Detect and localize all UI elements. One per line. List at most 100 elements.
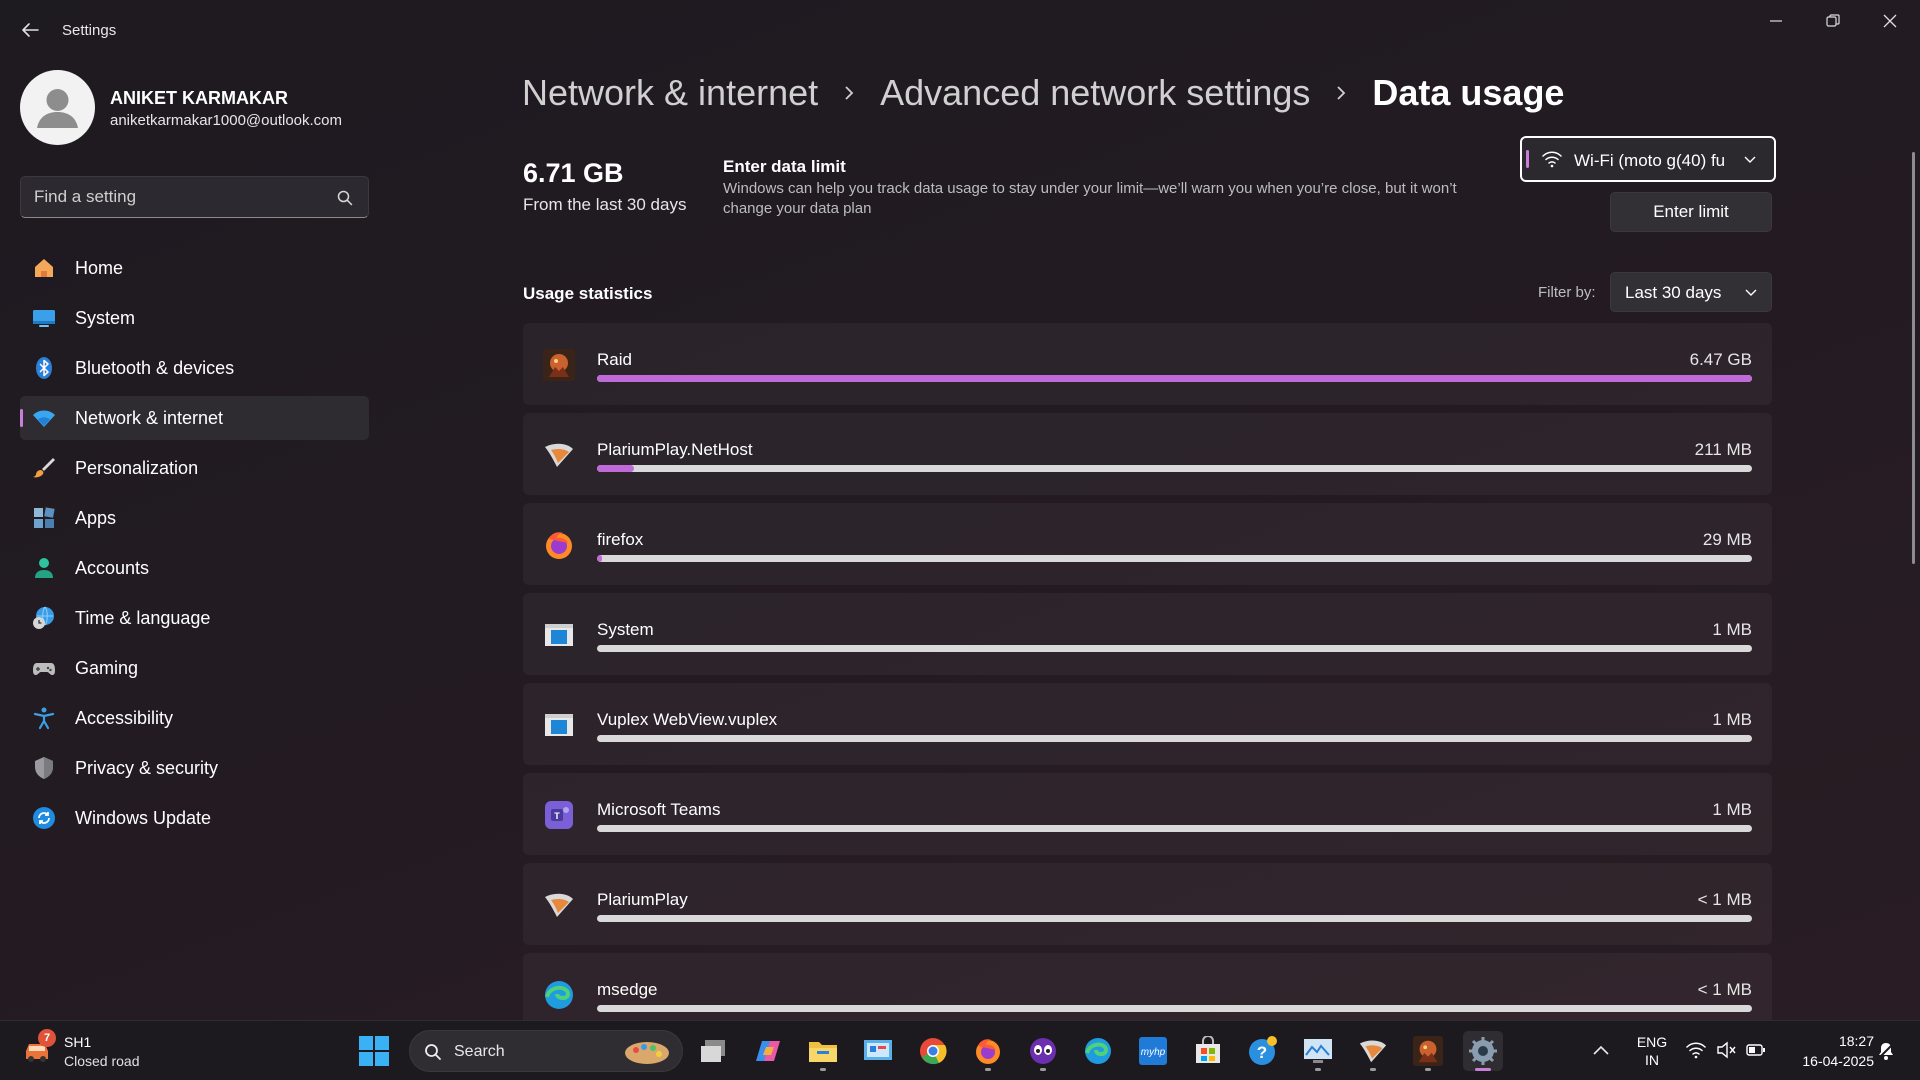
- minimize-icon: [1770, 20, 1782, 22]
- accounts-icon: [35, 558, 53, 578]
- window-title: Settings: [62, 22, 117, 39]
- language-indicator[interactable]: ENG IN: [1632, 1033, 1672, 1069]
- palette-icon: [625, 1042, 669, 1064]
- taskbar-edge[interactable]: [1078, 1031, 1118, 1071]
- usage-row[interactable]: T Microsoft Teams 1 MB: [523, 773, 1772, 855]
- usage-row[interactable]: System 1 MB: [523, 593, 1772, 675]
- usage-row[interactable]: msedge < 1 MB: [523, 953, 1772, 1020]
- enter-limit-button[interactable]: Enter limit: [1610, 192, 1772, 232]
- usage-bar: [597, 1005, 1752, 1012]
- user-email: aniketkarmakar1000@outlook.com: [110, 112, 343, 129]
- sidebar-item-time-language[interactable]: Time & language: [20, 596, 369, 640]
- back-button[interactable]: [18, 18, 42, 42]
- sidebar-item-home[interactable]: Home: [20, 246, 369, 290]
- sidebar-item-label: Bluetooth & devices: [75, 358, 235, 378]
- sidebar-item-system[interactable]: System: [20, 296, 369, 340]
- sidebar-item-privacy[interactable]: Privacy & security: [20, 746, 369, 790]
- taskbar-search[interactable]: Search: [409, 1030, 683, 1072]
- wifi-icon[interactable]: [1686, 1041, 1706, 1059]
- start-button[interactable]: [358, 1035, 390, 1067]
- sidebar-item-personalization[interactable]: Personalization: [20, 446, 369, 490]
- taskbar-file-explorer[interactable]: [803, 1031, 843, 1071]
- user-profile[interactable]: ANIKET KARMAKAR aniketkarmakar1000@outlo…: [20, 70, 360, 146]
- sidebar-item-bluetooth[interactable]: Bluetooth & devices: [20, 346, 369, 390]
- usage-row[interactable]: PlariumPlay < 1 MB: [523, 863, 1772, 945]
- app-usage-amount: < 1 MB: [1697, 890, 1752, 909]
- network-dropdown[interactable]: Wi-Fi (moto g(40) fu: [1520, 136, 1776, 182]
- taskbar-get-help[interactable]: ?: [1243, 1031, 1283, 1071]
- app-usage-amount: < 1 MB: [1697, 980, 1752, 999]
- usage-row[interactable]: PlariumPlay.NetHost 211 MB: [523, 413, 1772, 495]
- usage-bar-fill: [597, 555, 602, 562]
- running-indicator: [1315, 1068, 1321, 1071]
- sidebar-item-windows-update[interactable]: Windows Update: [20, 796, 369, 840]
- plarium-app-icon: [545, 443, 573, 467]
- sidebar-item-label: Personalization: [75, 458, 199, 478]
- teams-app-icon: T: [545, 801, 573, 829]
- myhp-icon: myhp: [1139, 1037, 1167, 1065]
- title-bar: Settings: [0, 0, 1920, 60]
- search-icon[interactable]: [336, 189, 354, 207]
- windows-logo-icon: [359, 1036, 389, 1066]
- file-explorer-icon: [809, 1042, 837, 1062]
- usage-row[interactable]: Vuplex WebView.vuplex 1 MB: [523, 683, 1772, 765]
- volume-muted-icon[interactable]: [1716, 1041, 1736, 1059]
- weather-widget[interactable]: 7 SH1 Closed road: [22, 1029, 182, 1073]
- taskbar-myhp[interactable]: myhp: [1133, 1031, 1173, 1071]
- clock[interactable]: 18:27 16-04-2025: [1784, 1031, 1874, 1071]
- wifi-icon: [1542, 151, 1562, 168]
- taskbar-copilot[interactable]: [748, 1031, 788, 1071]
- microsoft-store-icon: [1196, 1036, 1220, 1063]
- sidebar-item-network[interactable]: Network & internet: [20, 396, 369, 440]
- sidebar-item-accessibility[interactable]: Accessibility: [20, 696, 369, 740]
- data-limit-title: Enter data limit: [723, 157, 846, 176]
- usage-row[interactable]: firefox 29 MB: [523, 503, 1772, 585]
- usage-statistics-title: Usage statistics: [523, 284, 653, 303]
- usage-bar: [597, 735, 1752, 742]
- sidebar-item-accounts[interactable]: Accounts: [20, 546, 369, 590]
- battery-icon[interactable]: [1746, 1041, 1766, 1059]
- chevron-right-icon: [1337, 86, 1346, 100]
- scrollbar[interactable]: [1912, 152, 1915, 564]
- close-button[interactable]: [1867, 6, 1913, 36]
- back-arrow-icon: [22, 23, 39, 37]
- app-name: System: [597, 620, 654, 639]
- app-name: PlariumPlay: [597, 890, 688, 909]
- notification-bell-icon[interactable]: [1876, 1041, 1896, 1061]
- taskbar-task-view[interactable]: [693, 1031, 733, 1071]
- chevron-up-icon[interactable]: [1592, 1043, 1610, 1057]
- taskbar-game[interactable]: [1023, 1031, 1063, 1071]
- settings-icon: [1469, 1037, 1497, 1065]
- settings-search[interactable]: [20, 176, 369, 218]
- filter-dropdown[interactable]: Last 30 days: [1610, 272, 1772, 312]
- taskbar-chrome[interactable]: [913, 1031, 953, 1071]
- sidebar-item-apps[interactable]: Apps: [20, 496, 369, 540]
- breadcrumb-network[interactable]: Network & internet: [522, 72, 818, 114]
- control-panel-icon: [864, 1040, 892, 1060]
- minimize-button[interactable]: [1753, 6, 1799, 36]
- taskbar-raid[interactable]: [1408, 1031, 1448, 1071]
- sidebar-item-label: Apps: [75, 508, 117, 528]
- app-usage-amount: 211 MB: [1694, 440, 1752, 459]
- taskbar-monitor[interactable]: [1298, 1031, 1338, 1071]
- search-input[interactable]: [34, 186, 324, 208]
- notification-badge: 7: [38, 1029, 56, 1047]
- chrome-icon: [920, 1038, 947, 1065]
- task-view-icon: [701, 1040, 725, 1062]
- taskbar-settings[interactable]: [1463, 1031, 1503, 1071]
- sidebar-item-gaming[interactable]: Gaming: [20, 646, 369, 690]
- chevron-right-icon: [845, 86, 854, 100]
- sidebar-item-label: Accounts: [75, 558, 150, 578]
- taskbar-plarium[interactable]: [1353, 1031, 1393, 1071]
- app-usage-amount: 6.47 GB: [1689, 350, 1752, 369]
- sidebar-item-label: Windows Update: [75, 808, 212, 828]
- breadcrumb-advanced-network[interactable]: Advanced network settings: [880, 72, 1310, 114]
- taskbar-control-panel[interactable]: [858, 1031, 898, 1071]
- usage-row[interactable]: Raid 6.47 GB: [523, 323, 1772, 405]
- network-dropdown-value: Wi-Fi (moto g(40) fu: [1574, 151, 1726, 170]
- restore-button[interactable]: [1810, 6, 1856, 36]
- brush-icon: [33, 458, 55, 478]
- language-region: IN: [1645, 1052, 1659, 1068]
- taskbar-firefox[interactable]: [968, 1031, 1008, 1071]
- taskbar-microsoft-store[interactable]: [1188, 1031, 1228, 1071]
